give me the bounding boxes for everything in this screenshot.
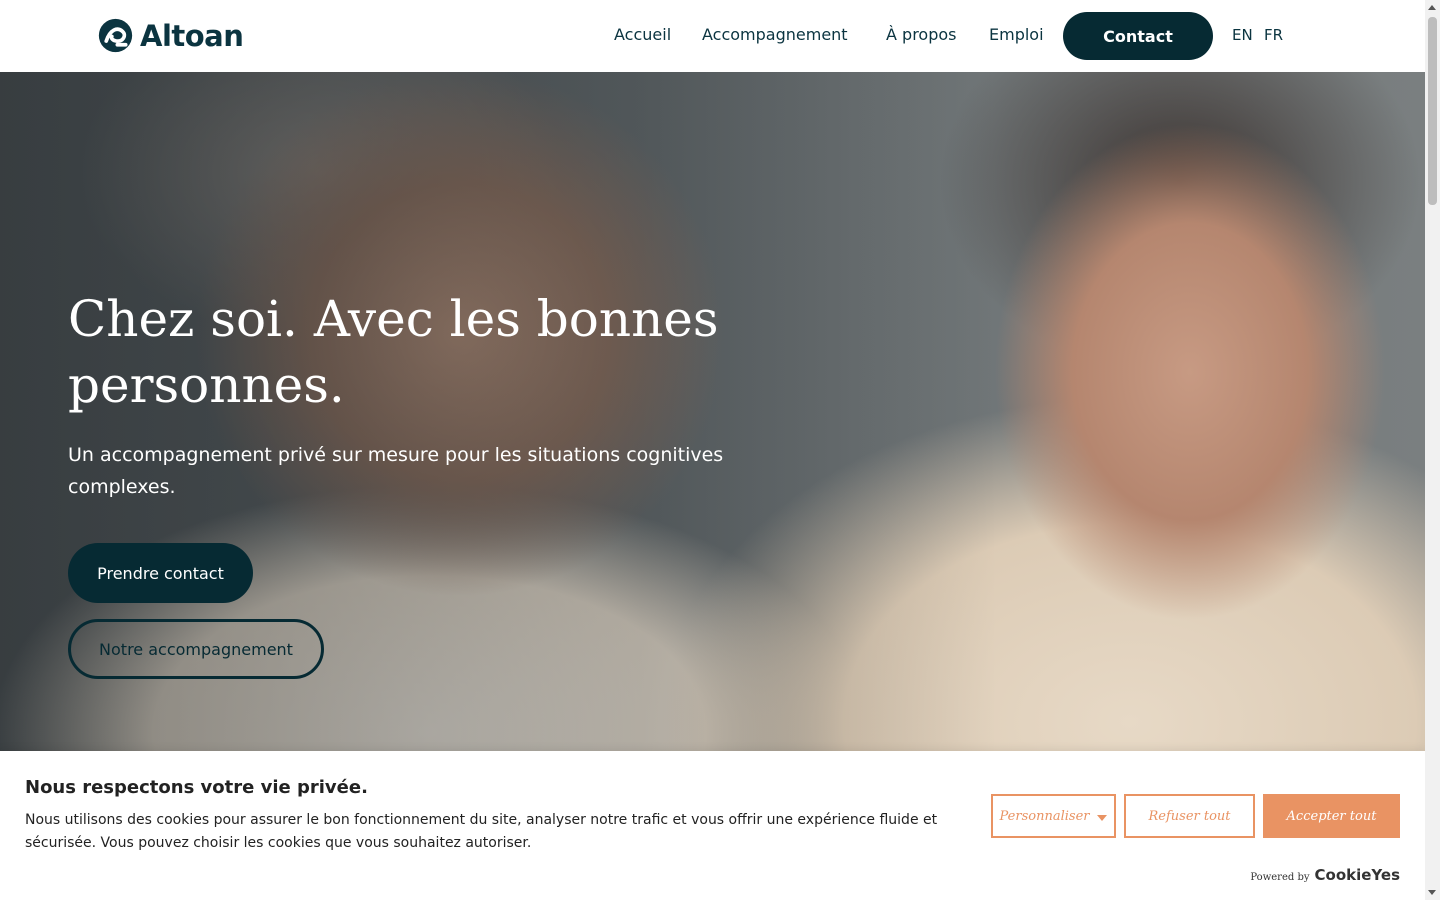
nav-link-a-propos[interactable]: À propos bbox=[886, 25, 956, 44]
brand-logo[interactable]: Altoan bbox=[97, 17, 244, 54]
scrollbar-thumb[interactable] bbox=[1428, 17, 1437, 205]
powered-by-label: Powered by bbox=[1250, 872, 1310, 883]
site-header: Altoan Accueil Accompagnement À propos E… bbox=[0, 0, 1425, 72]
altoan-logo-mark-icon bbox=[98, 18, 133, 53]
scroll-down-arrow-icon[interactable] bbox=[1428, 890, 1436, 895]
cookie-title: Nous respectons votre vie privée. bbox=[25, 777, 368, 798]
page-scrollbar[interactable] bbox=[1425, 0, 1440, 900]
hero-title: Chez soi. Avec les bonnes personnes. bbox=[68, 286, 768, 418]
notre-accompagnement-button[interactable]: Notre accompagnement bbox=[68, 619, 324, 679]
language-switch-fr[interactable]: FR bbox=[1264, 26, 1283, 44]
scroll-up-arrow-icon[interactable] bbox=[1428, 5, 1436, 10]
cookie-refuse-all-button[interactable]: Refuser tout bbox=[1124, 794, 1255, 838]
cookie-customize-button[interactable]: Personnaliser bbox=[991, 794, 1116, 838]
cookieyes-logo: CookieYes bbox=[1314, 866, 1401, 884]
cookie-description: Nous utilisons des cookies pour assurer … bbox=[25, 812, 938, 851]
hero-title-line-2: personnes. bbox=[68, 356, 345, 414]
prendre-contact-button[interactable]: Prendre contact bbox=[68, 543, 253, 603]
language-switch-en[interactable]: EN bbox=[1232, 26, 1253, 44]
caret-down-icon bbox=[1097, 814, 1108, 821]
nav-link-emploi[interactable]: Emploi bbox=[989, 25, 1044, 44]
cookie-customize-label: Personnaliser bbox=[999, 808, 1090, 824]
cookie-consent-banner: Nous respectons votre vie privée. Nous u… bbox=[0, 751, 1425, 900]
nav-link-accompagnement[interactable]: Accompagnement bbox=[702, 25, 848, 44]
hero-subtitle: Un accompagnement privé sur mesure pour … bbox=[68, 444, 724, 498]
brand-name: Altoan bbox=[140, 18, 244, 53]
powered-by-cookieyes[interactable]: Powered by CookieYes bbox=[1250, 866, 1400, 884]
hero-title-line-1: Chez soi. Avec les bonnes bbox=[68, 290, 719, 348]
cookie-accept-all-button[interactable]: Accepter tout bbox=[1263, 794, 1400, 838]
nav-link-accueil[interactable]: Accueil bbox=[614, 25, 671, 44]
contact-button[interactable]: Contact bbox=[1063, 12, 1213, 60]
